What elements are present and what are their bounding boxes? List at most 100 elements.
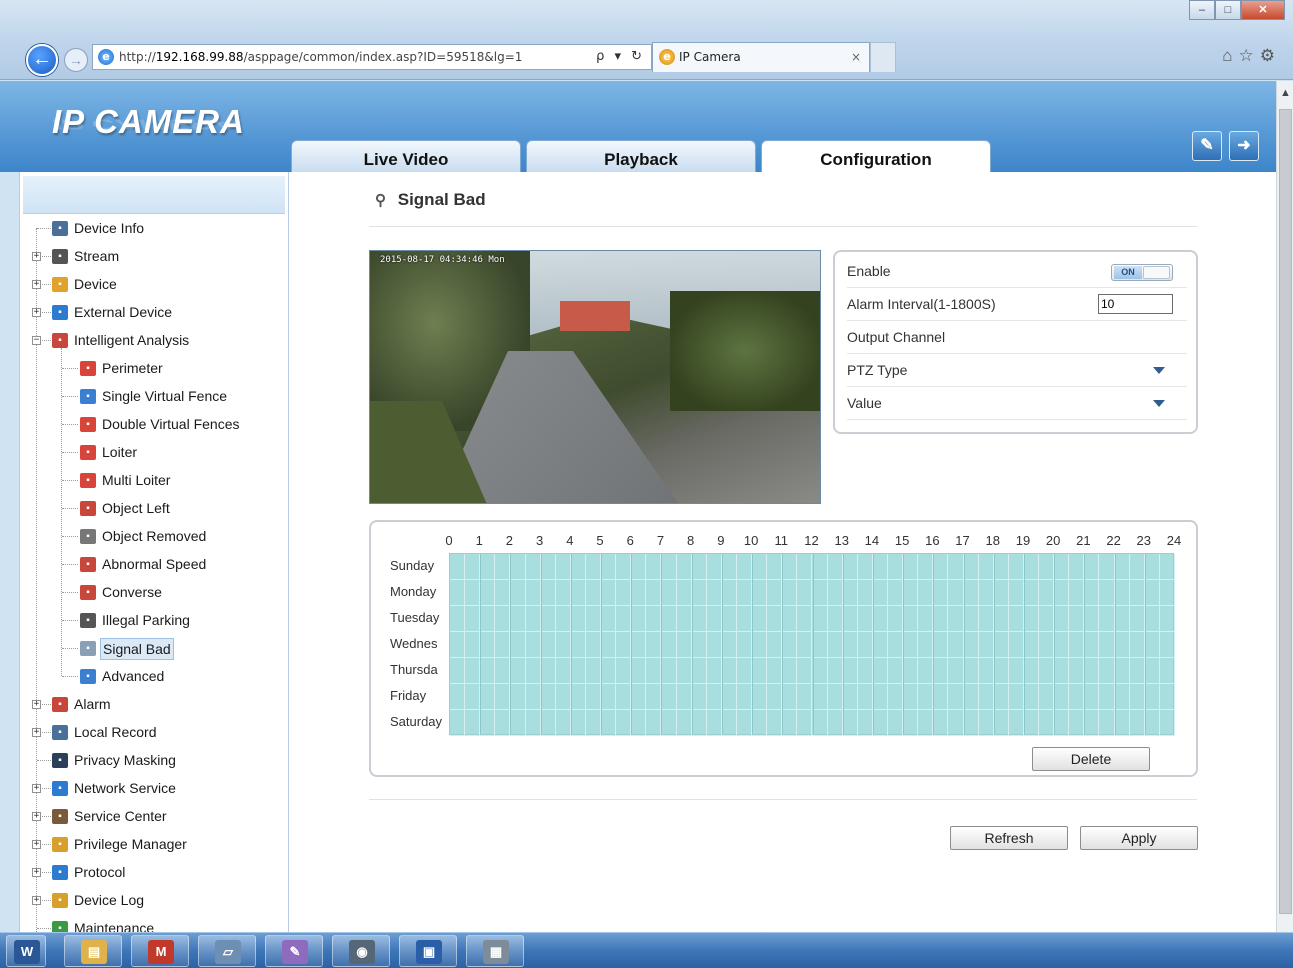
- schedule-cell[interactable]: [1159, 684, 1175, 710]
- schedule-cell[interactable]: [978, 710, 994, 736]
- schedule-cell[interactable]: [631, 684, 647, 710]
- schedule-cell[interactable]: [782, 580, 798, 606]
- schedule-cell[interactable]: [903, 710, 919, 736]
- schedule-cell[interactable]: [782, 606, 798, 632]
- schedule-cell[interactable]: [555, 580, 571, 606]
- schedule-cell[interactable]: [812, 632, 828, 658]
- schedule-cell[interactable]: [1084, 580, 1100, 606]
- schedule-cell[interactable]: [948, 658, 964, 684]
- expand-icon[interactable]: +: [32, 308, 41, 317]
- schedule-cell[interactable]: [963, 632, 979, 658]
- schedule-cell[interactable]: [525, 710, 541, 736]
- schedule-cell[interactable]: [888, 658, 904, 684]
- schedule-cell[interactable]: [601, 658, 617, 684]
- schedule-cell[interactable]: [1144, 684, 1160, 710]
- schedule-cell[interactable]: [495, 632, 511, 658]
- schedule-cell[interactable]: [933, 710, 949, 736]
- schedule-cell[interactable]: [450, 710, 466, 736]
- schedule-cell[interactable]: [933, 632, 949, 658]
- schedule-cell[interactable]: [812, 554, 828, 580]
- schedule-cell[interactable]: [1023, 658, 1040, 684]
- taskbar-app-button[interactable]: ▱: [198, 935, 256, 967]
- schedule-cell[interactable]: [978, 580, 994, 606]
- schedule-cell[interactable]: [661, 658, 677, 684]
- schedule-cell[interactable]: [1099, 554, 1115, 580]
- schedule-cell[interactable]: [1039, 684, 1055, 710]
- schedule-cell[interactable]: [903, 580, 919, 606]
- schedule-cell[interactable]: [676, 606, 692, 632]
- schedule-cell[interactable]: [646, 632, 662, 658]
- schedule-cell[interactable]: [616, 554, 632, 580]
- schedule-cell[interactable]: [1069, 632, 1085, 658]
- sidebar-item-device-log[interactable]: + ▪ Device Log: [20, 886, 288, 914]
- schedule-cell[interactable]: [857, 554, 873, 580]
- schedule-cell[interactable]: [918, 684, 934, 710]
- schedule-cell[interactable]: [555, 684, 571, 710]
- schedule-cell[interactable]: [842, 658, 858, 684]
- schedule-cell[interactable]: [1159, 658, 1175, 684]
- schedule-cell[interactable]: [812, 710, 828, 736]
- schedule-cell[interactable]: [1008, 554, 1024, 580]
- schedule-cell[interactable]: [918, 658, 934, 684]
- schedule-cell[interactable]: [465, 606, 481, 632]
- schedule-cell[interactable]: [465, 658, 481, 684]
- tab-playback[interactable]: Playback: [526, 140, 756, 172]
- schedule-cell[interactable]: [495, 684, 511, 710]
- page-scrollbar[interactable]: ▲: [1276, 81, 1293, 932]
- schedule-cell[interactable]: [601, 606, 617, 632]
- schedule-cell[interactable]: [555, 658, 571, 684]
- schedule-cell[interactable]: [736, 658, 753, 684]
- schedule-cell[interactable]: [857, 710, 873, 736]
- schedule-cell[interactable]: [948, 684, 964, 710]
- sidebar-item-double-virtual-fences[interactable]: ▪ Double Virtual Fences: [20, 410, 288, 438]
- schedule-cell[interactable]: [1114, 580, 1130, 606]
- schedule-cell[interactable]: [963, 658, 979, 684]
- schedule-cell[interactable]: [495, 554, 511, 580]
- schedule-cell[interactable]: [1129, 710, 1145, 736]
- logout-icon[interactable]: ➜: [1229, 131, 1259, 161]
- scrollbar-thumb[interactable]: [1279, 109, 1292, 914]
- schedule-cell[interactable]: [691, 632, 707, 658]
- help-icon[interactable]: ✎: [1192, 131, 1222, 161]
- schedule-cell[interactable]: [963, 554, 979, 580]
- schedule-cell[interactable]: [812, 580, 828, 606]
- sidebar-item-intelligent-analysis[interactable]: − ▪ Intelligent Analysis: [20, 326, 288, 354]
- schedule-cell[interactable]: [827, 710, 843, 736]
- schedule-cell[interactable]: [525, 632, 541, 658]
- schedule-cell[interactable]: [993, 580, 1009, 606]
- expand-icon[interactable]: +: [32, 812, 41, 821]
- schedule-cell[interactable]: [948, 632, 964, 658]
- schedule-cell[interactable]: [797, 710, 813, 736]
- schedule-cell[interactable]: [1144, 658, 1160, 684]
- schedule-cell[interactable]: [1084, 554, 1100, 580]
- schedule-cell[interactable]: [676, 684, 692, 710]
- schedule-cell[interactable]: [1114, 658, 1130, 684]
- schedule-cell[interactable]: [691, 554, 707, 580]
- expand-icon[interactable]: +: [32, 840, 41, 849]
- schedule-cell[interactable]: [706, 554, 722, 580]
- schedule-cell[interactable]: [480, 658, 496, 684]
- schedule-cell[interactable]: [450, 554, 466, 580]
- schedule-cell[interactable]: [1008, 658, 1024, 684]
- schedule-cell[interactable]: [963, 684, 979, 710]
- sidebar-item-advanced[interactable]: ▪ Advanced: [20, 662, 288, 690]
- schedule-cell[interactable]: [706, 580, 722, 606]
- refresh-button[interactable]: Refresh: [950, 826, 1068, 850]
- schedule-cell[interactable]: [1129, 658, 1145, 684]
- schedule-cell[interactable]: [676, 580, 692, 606]
- schedule-cell[interactable]: [1099, 658, 1115, 684]
- expand-icon[interactable]: +: [32, 784, 41, 793]
- schedule-cell[interactable]: [616, 658, 632, 684]
- ptz-type-row[interactable]: PTZ Type: [847, 354, 1187, 387]
- schedule-cell[interactable]: [570, 658, 586, 684]
- schedule-cell[interactable]: [872, 632, 888, 658]
- schedule-cell[interactable]: [510, 684, 526, 710]
- schedule-cell[interactable]: [903, 554, 919, 580]
- schedule-cell[interactable]: [525, 684, 541, 710]
- expand-icon[interactable]: +: [32, 896, 41, 905]
- schedule-cell[interactable]: [948, 606, 964, 632]
- schedule-cell[interactable]: [585, 554, 602, 580]
- schedule-cell[interactable]: [933, 658, 949, 684]
- schedule-cell[interactable]: [706, 606, 722, 632]
- schedule-cell[interactable]: [1054, 684, 1070, 710]
